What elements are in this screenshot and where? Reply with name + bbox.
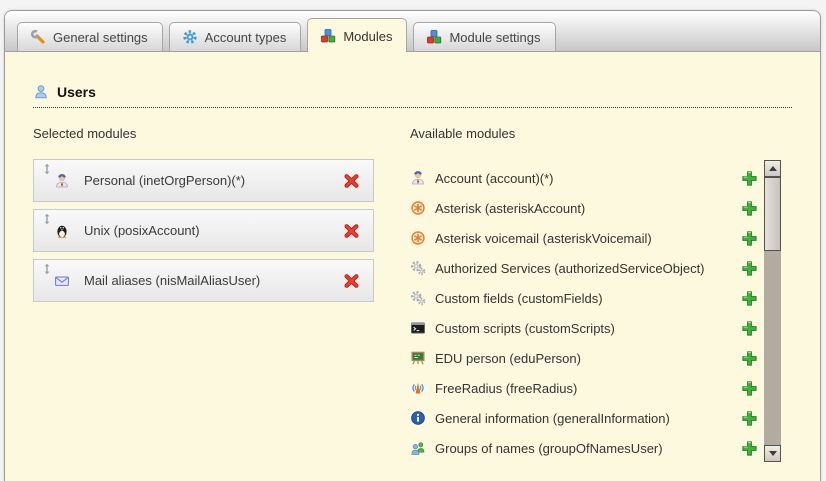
add-module-button[interactable] bbox=[741, 200, 758, 217]
selected-modules-label: Selected modules bbox=[33, 126, 410, 141]
tab-general-settings[interactable]: General settings bbox=[17, 22, 163, 51]
tab-modules[interactable]: Modules bbox=[307, 18, 407, 52]
group-icon bbox=[410, 440, 426, 456]
available-module-label: FreeRadius (freeRadius) bbox=[435, 381, 577, 396]
tab-label: Modules bbox=[343, 29, 392, 44]
remove-module-button[interactable] bbox=[343, 222, 360, 239]
available-module-row: Groups of names (groupOfNamesUser) bbox=[410, 433, 764, 463]
arrow-down-icon bbox=[769, 451, 777, 456]
selected-modules-list: Personal (inetOrgPerson)(*) Unix (posixAc… bbox=[33, 159, 410, 302]
add-module-button[interactable] bbox=[741, 230, 758, 247]
available-module-label: Custom scripts (customScripts) bbox=[435, 321, 615, 336]
terminal-icon bbox=[410, 320, 426, 336]
available-module-row: Authorized Services (authorizedServiceOb… bbox=[410, 253, 764, 283]
drag-handle-icon[interactable] bbox=[41, 263, 53, 275]
tux-icon bbox=[54, 223, 70, 239]
available-modules-column: Available modules Account (account)(*) As… bbox=[410, 126, 792, 463]
tab-bar-divider bbox=[5, 51, 820, 52]
user-icon bbox=[33, 84, 49, 100]
add-module-button[interactable] bbox=[741, 320, 758, 337]
selected-module-row[interactable]: Mail aliases (nisMailAliasUser) bbox=[33, 259, 374, 302]
available-module-label: Groups of names (groupOfNamesUser) bbox=[435, 441, 663, 456]
scrollbar-thumb[interactable] bbox=[764, 177, 781, 251]
available-module-row: Asterisk voicemail (asteriskVoicemail) bbox=[410, 223, 764, 253]
available-modules-list: Account (account)(*) Asterisk (asteriskAc… bbox=[410, 163, 764, 463]
tab-label: General settings bbox=[53, 30, 148, 45]
tab-module-settings[interactable]: Module settings bbox=[413, 22, 555, 51]
available-modules-label: Available modules bbox=[410, 126, 792, 141]
tab-bar: General settings Account types Modules Modu… bbox=[5, 11, 820, 52]
add-module-button[interactable] bbox=[741, 410, 758, 427]
person-icon bbox=[410, 170, 426, 186]
available-module-label: EDU person (eduPerson) bbox=[435, 351, 581, 366]
info-icon bbox=[410, 410, 426, 426]
tab-account-types[interactable]: Account types bbox=[169, 22, 302, 51]
modules-icon bbox=[426, 29, 442, 45]
available-module-row: General information (generalInformation) bbox=[410, 403, 764, 433]
arrow-up-icon bbox=[769, 166, 777, 171]
modules-tab-content: Users Selected modules Personal (inetOrg… bbox=[5, 84, 820, 463]
gears-icon bbox=[410, 290, 426, 306]
selected-modules-column: Selected modules Personal (inetOrgPerson… bbox=[33, 126, 410, 463]
drag-handle-icon[interactable] bbox=[41, 163, 53, 175]
person-icon bbox=[54, 173, 70, 189]
available-module-row: Custom fields (customFields) bbox=[410, 283, 764, 313]
available-module-label: General information (generalInformation) bbox=[435, 411, 670, 426]
selected-module-row[interactable]: Unix (posixAccount) bbox=[33, 209, 374, 252]
available-module-row: Asterisk (asteriskAccount) bbox=[410, 193, 764, 223]
envelope-icon bbox=[54, 273, 70, 289]
available-module-label: Asterisk (asteriskAccount) bbox=[435, 201, 585, 216]
section-heading: Users bbox=[33, 84, 792, 108]
scroll-up-button[interactable] bbox=[764, 160, 781, 177]
scroll-down-button[interactable] bbox=[764, 445, 781, 462]
add-module-button[interactable] bbox=[741, 170, 758, 187]
page-title: Users bbox=[57, 84, 96, 100]
available-module-row: EDU person (eduPerson) bbox=[410, 343, 764, 373]
selected-module-row[interactable]: Personal (inetOrgPerson)(*) bbox=[33, 159, 374, 202]
remove-module-button[interactable] bbox=[343, 172, 360, 189]
available-module-label: Asterisk voicemail (asteriskVoicemail) bbox=[435, 231, 652, 246]
available-module-row: FreeRadius (freeRadius) bbox=[410, 373, 764, 403]
antenna-icon bbox=[410, 380, 426, 396]
config-panel: General settings Account types Modules Modu… bbox=[4, 10, 821, 481]
add-module-button[interactable] bbox=[741, 290, 758, 307]
chalkboard-icon bbox=[410, 350, 426, 366]
available-module-row: Account (account)(*) bbox=[410, 163, 764, 193]
tab-label: Account types bbox=[205, 30, 287, 45]
drag-handle-icon[interactable] bbox=[41, 213, 53, 225]
available-module-label: Custom fields (customFields) bbox=[435, 291, 603, 306]
wrench-icon bbox=[30, 29, 46, 45]
modules-icon bbox=[320, 28, 336, 44]
asterisk-icon bbox=[410, 200, 426, 216]
selected-module-label: Mail aliases (nisMailAliasUser) bbox=[84, 273, 260, 288]
tab-label: Module settings bbox=[449, 30, 540, 45]
add-module-button[interactable] bbox=[741, 350, 758, 367]
gears-icon bbox=[410, 260, 426, 276]
gear-icon bbox=[182, 29, 198, 45]
add-module-button[interactable] bbox=[741, 380, 758, 397]
selected-module-label: Personal (inetOrgPerson)(*) bbox=[84, 173, 245, 188]
add-module-button[interactable] bbox=[741, 260, 758, 277]
add-module-button[interactable] bbox=[741, 440, 758, 457]
available-module-label: Account (account)(*) bbox=[435, 171, 554, 186]
available-modules-scrollbar[interactable] bbox=[764, 160, 781, 462]
remove-module-button[interactable] bbox=[343, 272, 360, 289]
available-module-label: Authorized Services (authorizedServiceOb… bbox=[435, 261, 705, 276]
available-module-row: Custom scripts (customScripts) bbox=[410, 313, 764, 343]
selected-module-label: Unix (posixAccount) bbox=[84, 223, 200, 238]
asterisk-icon bbox=[410, 230, 426, 246]
